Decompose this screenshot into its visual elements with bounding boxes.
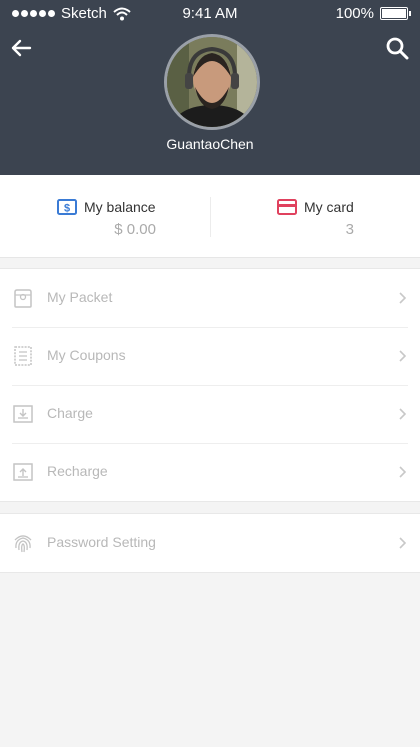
profile-header: Sketch 9:41 AM 100% GuantaoChen (0, 0, 420, 175)
menu-item-label: Recharge (47, 463, 108, 479)
battery-percent: 100% (335, 5, 374, 22)
balance-panel: $ My balance $ 0.00 My card 3 (0, 175, 420, 258)
chevron-right-icon (399, 408, 407, 420)
menu-item-label: Charge (47, 405, 93, 421)
charge-icon (13, 405, 33, 423)
chevron-right-icon (399, 537, 407, 549)
avatar-photo (167, 37, 257, 127)
chevron-right-icon (399, 466, 407, 478)
my-card-item[interactable]: My card 3 (211, 175, 420, 257)
avatar[interactable] (164, 34, 260, 130)
wallet-menu: My Packet My Coupons Charge Recharge (0, 268, 420, 502)
username: GuantaoChen (166, 136, 254, 152)
arrow-left-icon[interactable] (10, 37, 32, 59)
battery-status: 100% (335, 5, 411, 22)
my-card-value: 3 (345, 221, 354, 238)
recharge-icon (13, 463, 33, 481)
menu-item-recharge[interactable]: Recharge (0, 443, 420, 501)
my-card-label: My card (304, 199, 354, 215)
my-balance-item[interactable]: $ My balance $ 0.00 (0, 175, 210, 257)
svg-text:$: $ (64, 203, 70, 215)
menu-item-password-setting[interactable]: Password Setting (0, 514, 420, 572)
status-bar: Sketch 9:41 AM 100% (0, 0, 420, 26)
dollar-icon: $ (57, 199, 77, 215)
coupon-icon (14, 346, 32, 366)
settings-menu: Password Setting (0, 513, 420, 573)
chevron-right-icon (399, 350, 407, 362)
my-balance-label: My balance (84, 199, 156, 215)
menu-item-label: My Coupons (47, 347, 126, 363)
chevron-right-icon (399, 292, 407, 304)
battery-icon (380, 7, 411, 20)
menu-item-my-coupons[interactable]: My Coupons (0, 327, 420, 385)
menu-item-my-packet[interactable]: My Packet (0, 269, 420, 327)
menu-item-label: Password Setting (47, 534, 156, 550)
menu-item-label: My Packet (47, 289, 113, 305)
menu-item-charge[interactable]: Charge (0, 385, 420, 443)
fingerprint-icon (14, 535, 32, 553)
packet-icon (14, 289, 32, 308)
credit-card-icon (277, 199, 297, 215)
search-icon[interactable] (385, 36, 409, 60)
my-balance-value: $ 0.00 (114, 221, 156, 238)
